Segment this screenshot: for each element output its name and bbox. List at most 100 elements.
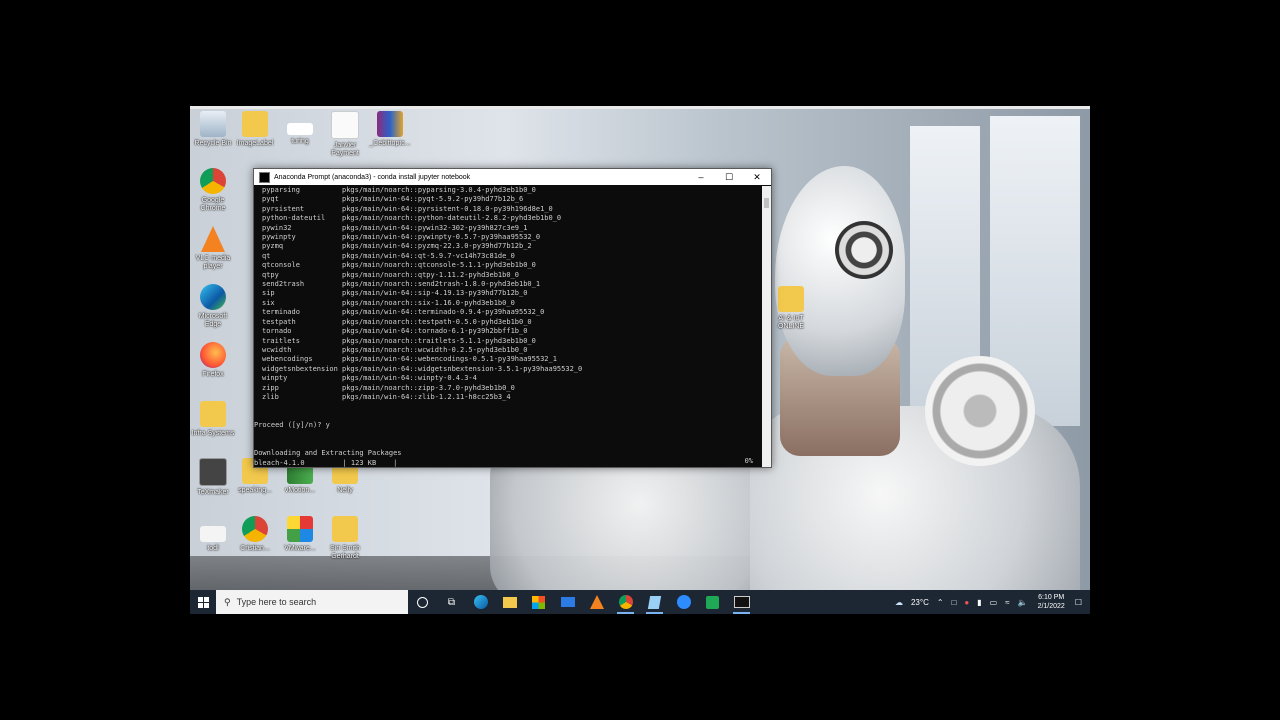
taskbar-notepad[interactable] (640, 590, 669, 614)
package-list: pyparsing pkgs/main/noarch::pyparsing-3.0… (254, 186, 761, 402)
package-spec: pkgs/main/noarch::wcwidth-0.2.5-pyhd3eb1… (342, 345, 528, 354)
package-spec: pkgs/main/win-64::sip-4.19.13-py39hd77b1… (342, 289, 528, 298)
meet-now-icon[interactable]: □ (952, 598, 957, 607)
desktop-icon-siri-smith[interactable]: Siri Smith Gerhardt (322, 516, 368, 561)
package-row: pyrsistent pkgs/main/win-64::pyrsistent-0… (254, 205, 761, 214)
package-name: pyqt (262, 195, 279, 204)
taskbar-store[interactable] (524, 590, 553, 614)
package-spec: pkgs/main/win-64::webencodings-0.5.1-py3… (342, 355, 557, 364)
package-spec: pkgs/main/noarch::qtpy-1.11.2-pyhd3eb1b0… (342, 270, 520, 279)
desktop-icon-google-chrome[interactable]: Google Chrome (190, 168, 236, 213)
taskbar-zoom[interactable] (669, 590, 698, 614)
desktop-icon-janvier-payment[interactable]: Janvier Payment (322, 111, 368, 158)
terminal-icon (259, 171, 270, 183)
active-indicator (733, 612, 750, 614)
package-row: python-dateutil pkgs/main/noarch::python-… (254, 214, 761, 223)
desktop-icon-vmware[interactable]: VMware... (277, 516, 323, 553)
anaconda-prompt-window[interactable]: Anaconda Prompt (anaconda3) - conda inst… (253, 168, 772, 468)
desktop-icon-firefox[interactable]: Firefox (190, 342, 236, 379)
package-spec: pkgs/main/win-64::pyzmq-22.3.0-py39hd77b… (342, 242, 532, 251)
battery-icon[interactable]: ▭ (990, 598, 998, 607)
security-icon[interactable]: ● (964, 598, 969, 607)
taskbar-search-box[interactable]: ⚲ Type here to search (216, 590, 408, 614)
package-spec: pkgs/main/noarch::pyparsing-3.0.4-pyhd3e… (342, 186, 536, 194)
weather-icon[interactable]: ☁ (895, 598, 903, 607)
edge-icon (473, 595, 488, 609)
package-name: tornado (262, 327, 292, 336)
zoom-icon (676, 595, 691, 609)
package-row: pyparsing pkgs/main/noarch::pyparsing-3.0… (254, 186, 761, 195)
file-icon (200, 526, 226, 542)
cortana-button[interactable] (408, 590, 437, 614)
package-name: pyrsistent (262, 204, 305, 213)
package-row: winpty pkgs/main/win-64::winpty-0.4.3-4 (254, 374, 761, 383)
progress-percent: 0% (744, 457, 753, 465)
desktop-icon-ai-iot-online[interactable]: AI & IoT ONLINE (768, 286, 814, 331)
desktop-icon-imagelabel[interactable]: ImageLabel (232, 111, 278, 148)
package-row: pyqt pkgs/main/win-64::pyqt-5.9.2-py39hd7… (254, 195, 761, 204)
desktop-icon-archive[interactable]: _Cebittoptc... (367, 111, 413, 148)
desktop-icon-cristian[interactable]: Cristian... (232, 516, 278, 553)
scrollbar-thumb[interactable] (764, 198, 769, 208)
package-name: pyparsing (262, 186, 300, 194)
taskbar-file-explorer[interactable] (495, 590, 524, 614)
desktop-icon-turing[interactable]: turing (277, 111, 323, 146)
taskbar-terminal[interactable] (727, 590, 756, 614)
package-name: widgetsnbextension (262, 364, 338, 373)
taskbar-camtasia[interactable] (698, 590, 727, 614)
package-row: pywinpty pkgs/main/win-64::pywinpty-0.5.7… (254, 233, 761, 242)
package-spec: pkgs/main/noarch::six-1.16.0-pyhd3eb1b0_… (342, 298, 515, 307)
taskbar-clock[interactable]: 6:10 PM 2/1/2022 (1038, 593, 1065, 611)
package-spec: pkgs/main/noarch::zipp-3.7.0-pyhd3eb1b0_… (342, 383, 515, 392)
package-spec: pkgs/main/noarch::traitlets-5.1.1-pyhd3e… (342, 336, 536, 345)
cortana-icon (417, 596, 428, 608)
minimize-button[interactable]: – (687, 172, 715, 182)
package-row: send2trash pkgs/main/noarch::send2trash-1… (254, 280, 761, 289)
microphone-icon[interactable]: ▮ (977, 598, 981, 607)
desktop-icon-recycle-bin[interactable]: Recycle Bin (190, 111, 236, 148)
task-view-button[interactable]: ⧉ (437, 590, 466, 614)
progress-line: bleach-4.1.0 | 123 KB | (254, 458, 398, 467)
close-button[interactable]: ✕ (743, 172, 771, 183)
weather-temperature[interactable]: 23°C (911, 598, 929, 607)
mail-icon (560, 597, 575, 607)
vlc-icon (589, 595, 604, 609)
system-tray: ☁ 23°C ⌃ □ ● ▮ ▭ ≈ 🔈 6:10 PM 2/1/2022 ☐ (891, 590, 1090, 614)
volume-icon[interactable]: 🔈 (1018, 598, 1028, 607)
package-name: traitlets (262, 336, 300, 345)
downloading-line: Downloading and Extracting Packages (254, 449, 402, 458)
taskbar-edge[interactable] (466, 590, 495, 614)
winrar-icon (377, 111, 403, 137)
taskbar-mail[interactable] (553, 590, 582, 614)
package-spec: pkgs/main/win-64::pyqt-5.9.2-py39hd77b12… (342, 195, 524, 204)
clock-time: 6:10 PM (1038, 594, 1065, 601)
screen-top-border (190, 106, 1090, 109)
window-titlebar[interactable]: Anaconda Prompt (anaconda3) - conda inst… (254, 169, 771, 185)
terminal-output[interactable]: pyparsing pkgs/main/noarch::pyparsing-3.0… (254, 186, 761, 467)
desktop-icon-todl[interactable]: todl (190, 516, 236, 553)
show-hidden-icons-chevron-icon[interactable]: ⌃ (937, 598, 944, 607)
clock-date: 2/1/2022 (1037, 603, 1065, 610)
maximize-button[interactable]: ☐ (715, 172, 743, 183)
desktop-icon-infra-systems[interactable]: Infra Systems (190, 401, 236, 438)
desktop-icon-edge[interactable]: Microsoft Edge (190, 284, 236, 329)
taskbar: ⚲ Type here to search ⧉ ☁ 23°C ⌃ □ ● ▮ ▭… (190, 590, 1090, 614)
notifications-icon[interactable]: ☐ (1075, 598, 1082, 607)
start-button[interactable] (190, 590, 216, 614)
package-name: zipp (262, 383, 279, 392)
package-row: qtpy pkgs/main/noarch::qtpy-1.11.2-pyhd3e… (254, 271, 761, 280)
package-spec: pkgs/main/win-64::terminado-0.9.4-py39ha… (342, 308, 545, 317)
taskbar-chrome[interactable] (611, 590, 640, 614)
windows-icon (197, 596, 209, 608)
package-name: terminado (262, 308, 300, 317)
package-row: sip pkgs/main/win-64::sip-4.19.13-py39hd7… (254, 289, 761, 298)
wifi-icon[interactable]: ≈ (1005, 598, 1009, 607)
taskbar-vlc[interactable] (582, 590, 611, 614)
desktop-icon-texmaker[interactable]: TeXmaker (190, 458, 236, 497)
package-row: webencodings pkgs/main/win-64::webencodin… (254, 355, 761, 364)
scrollbar[interactable] (762, 186, 771, 467)
package-name: winpty (262, 374, 288, 383)
desktop-icon-vlc[interactable]: VLC media player (190, 226, 236, 271)
package-spec: pkgs/main/win-64::winpty-0.4.3-4 (342, 374, 477, 383)
edge-icon (200, 284, 226, 310)
